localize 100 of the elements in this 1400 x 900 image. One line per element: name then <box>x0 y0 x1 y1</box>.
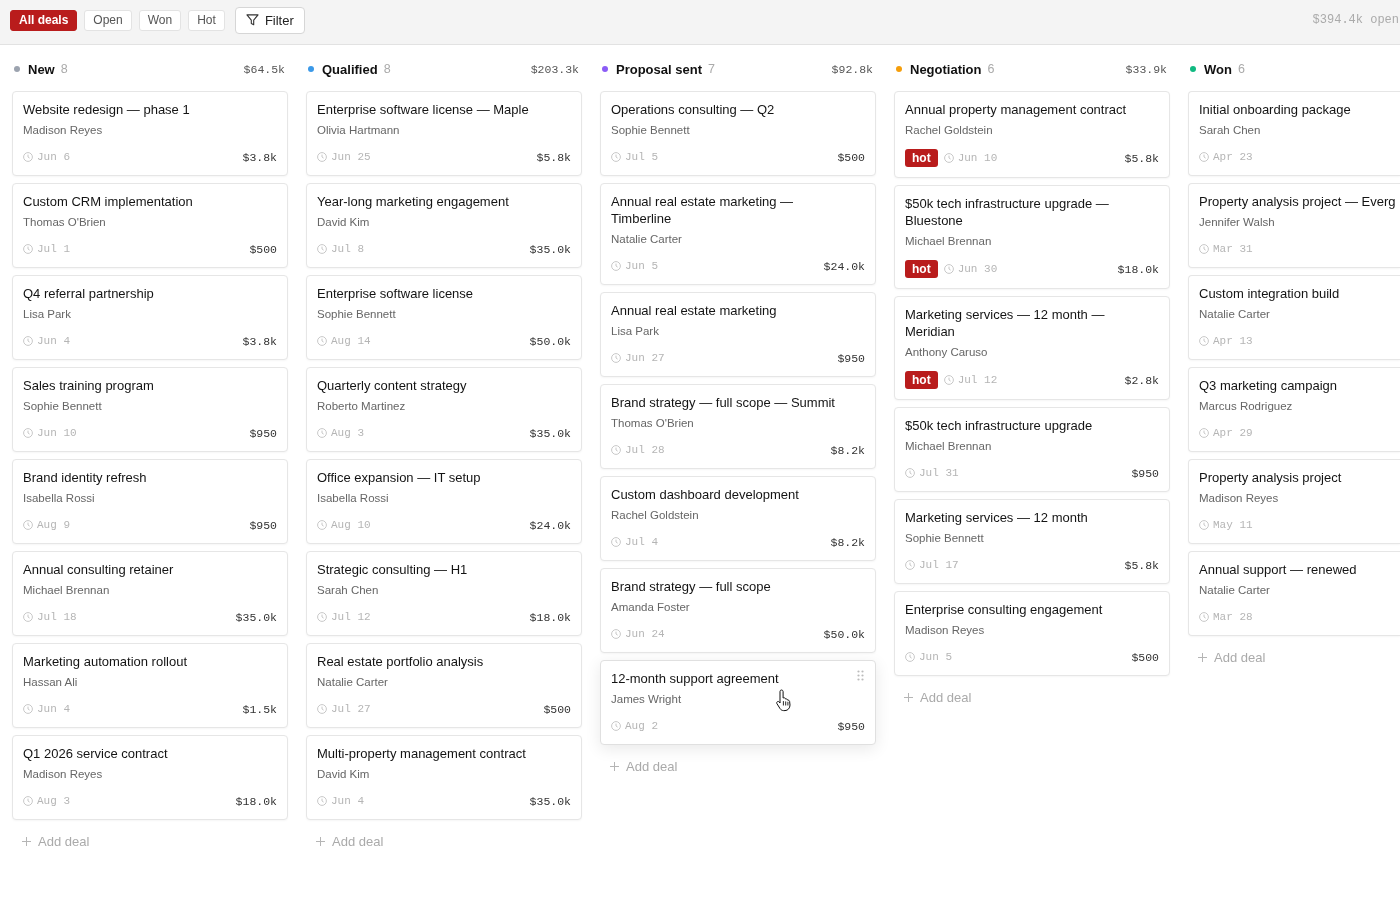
contact-name: Natalie Carter <box>317 675 388 690</box>
column-total: $33.9k <box>1125 62 1167 76</box>
filter-chip[interactable]: Hot <box>188 9 225 31</box>
filter-button[interactable]: Filter <box>234 6 305 34</box>
deal-card[interactable]: Website redesign — phase 1 Madison Reyes Jun 6 $3.8k <box>12 91 288 176</box>
contact-name: Madison Reyes <box>23 767 103 782</box>
clock-icon <box>23 336 33 346</box>
deal-card[interactable]: Quarterly content strategy Roberto Martinez Aug 3 $35.0k <box>306 367 582 452</box>
deal-card[interactable]: Multi-property management contract David Kim Jun 4 $35.0k <box>306 735 582 820</box>
deal-amount: $950 <box>249 518 277 532</box>
hot-badge: hot <box>905 260 938 278</box>
contact-name: Marcus Rodriguez <box>1199 399 1293 414</box>
due-date: Aug 9 <box>37 519 70 531</box>
due-date: Jun 24 <box>625 628 665 640</box>
deal-card[interactable]: Custom integration build Natalie Carter Apr 13 <box>1188 275 1400 360</box>
contact-name: Sarah Chen <box>317 583 379 598</box>
clock-icon <box>611 537 621 547</box>
deal-card[interactable]: Brand strategy — full scope — Summit Thomas O'Brien Jul 28 $8.2k <box>600 384 876 469</box>
due-date: Apr 23 <box>1213 151 1253 163</box>
deal-card[interactable]: Brand identity refresh Isabella Rossi Aug 9 $950 <box>12 459 288 544</box>
deal-card[interactable]: Initial onboarding package Sarah Chen Apr 23 <box>1188 91 1400 176</box>
contact-name: Sophie Bennett <box>905 531 984 546</box>
due-date: May 11 <box>1213 519 1253 531</box>
deal-title: Strategic consulting — H1 <box>317 561 468 578</box>
deal-title: Property analysis project — Everg <box>1199 193 1396 210</box>
due-date: Jun 27 <box>625 352 665 364</box>
deal-card[interactable]: Strategic consulting — H1 Sarah Chen Jul 12 $18.0k <box>306 551 582 636</box>
deal-amount: $950 <box>837 719 865 733</box>
clock-icon <box>611 152 621 162</box>
contact-name: Madison Reyes <box>1199 491 1279 506</box>
due-date: Jun 4 <box>331 795 364 807</box>
deal-title: Website redesign — phase 1 <box>23 101 190 118</box>
deal-card[interactable]: Enterprise software license — Maple Olivia Hartmann Jun 25 $5.8k <box>306 91 582 176</box>
deal-card[interactable]: Marketing automation rollout Hassan Ali Jun 4 $1.5k <box>12 643 288 728</box>
column-total: $92.8k <box>831 62 873 76</box>
deal-card[interactable]: Enterprise consulting engagement Madison Reyes Jun 5 $500 <box>894 591 1170 676</box>
deal-amount: $35.0k <box>235 610 277 624</box>
deal-card[interactable]: $50k tech infrastructure upgrade Michael Brennan Jul 31 $950 <box>894 407 1170 492</box>
contact-name: Madison Reyes <box>23 123 103 138</box>
contact-name: Thomas O'Brien <box>611 416 694 431</box>
clock-icon <box>943 153 954 163</box>
deal-card[interactable]: Property analysis project — Everg Jennifer Walsh Mar 31 <box>1188 183 1400 268</box>
deal-card[interactable]: $50k tech infrastructure upgrade — Bluestone Michael Brennan hot Jun 30 $18.0k <box>894 185 1170 289</box>
deal-card[interactable]: Office expansion — IT setup Isabella Rossi Aug 10 $24.0k <box>306 459 582 544</box>
filter-chip[interactable]: Won <box>138 9 182 31</box>
clock-icon <box>317 152 327 162</box>
deal-title: Real estate portfolio analysis <box>317 653 484 670</box>
deal-card[interactable]: Brand strategy — full scope Amanda Foster Jun 24 $50.0k <box>600 568 876 653</box>
deal-title: Annual property management contract <box>905 101 1127 118</box>
contact-name: Roberto Martinez <box>317 399 406 414</box>
deal-card[interactable]: Annual support — renewed Natalie Carter Mar 28 <box>1188 551 1400 636</box>
deal-card[interactable]: Sales training program Sophie Bennett Jun 10 $950 <box>12 367 288 452</box>
deal-card[interactable]: Real estate portfolio analysis Natalie Carter Jul 27 $500 <box>306 643 582 728</box>
deal-card[interactable]: Property analysis project Madison Reyes May 11 <box>1188 459 1400 544</box>
deal-card[interactable]: Marketing services — 12 month — Meridian Anthony Caruso hot Jul 12 $2.8k <box>894 296 1170 400</box>
deal-card[interactable]: Custom CRM implementation Thomas O'Brien Jul 1 $500 <box>12 183 288 268</box>
deal-card[interactable]: Q4 referral partnership Lisa Park Jun 4 $3.8k <box>12 275 288 360</box>
deal-title: Annual real estate marketing <box>611 302 777 319</box>
deal-card[interactable]: Annual property management contract Rachel Goldstein hot Jun 10 $5.8k <box>894 91 1170 178</box>
clock-icon <box>611 353 621 363</box>
deal-card[interactable]: Custom dashboard development Rachel Goldstein Jul 4 $8.2k <box>600 476 876 561</box>
deal-card[interactable]: Year-long marketing engagement David Kim Jul 8 $35.0k <box>306 183 582 268</box>
clock-icon <box>317 612 327 622</box>
column-total: $64.5k <box>243 62 285 76</box>
deal-card[interactable]: Annual real estate marketing Lisa Park Jun 27 $950 <box>600 292 876 377</box>
deal-amount: $500 <box>249 242 277 256</box>
deal-card[interactable]: Enterprise software license Sophie Bennett Aug 14 $50.0k <box>306 275 582 360</box>
deal-card[interactable]: Marketing services — 12 month Sophie Bennett Jul 17 $5.8k <box>894 499 1170 584</box>
contact-name: David Kim <box>317 767 370 782</box>
deal-amount: $24.0k <box>823 259 865 273</box>
column-title: Negotiation <box>910 61 982 77</box>
deal-card[interactable]: 12-month support agreement James Wright Aug 2 $950 <box>600 660 876 745</box>
due-date: Apr 13 <box>1213 335 1253 347</box>
contact-name: Lisa Park <box>23 307 71 322</box>
due-date: Mar 28 <box>1213 611 1253 623</box>
deal-amount: $35.0k <box>529 426 571 440</box>
filter-chip[interactable]: All deals <box>10 9 78 31</box>
deal-card[interactable]: Q1 2026 service contract Madison Reyes Aug 3 $18.0k <box>12 735 288 820</box>
drag-handle-icon[interactable] <box>857 670 864 681</box>
deal-card[interactable]: Annual real estate marketing — Timberline Natalie Carter Jun 5 $24.0k <box>600 183 876 285</box>
due-date: Jul 1 <box>37 243 70 255</box>
contact-name: Sophie Bennett <box>317 307 396 322</box>
clock-icon <box>317 428 327 438</box>
due-date: Jul 12 <box>957 374 998 386</box>
due-date: Jun 5 <box>625 260 658 272</box>
due-date: Jul 4 <box>625 536 658 548</box>
clock-icon <box>23 428 33 438</box>
deal-count: 8 <box>383 62 391 76</box>
clock-icon <box>23 796 33 806</box>
deal-card[interactable]: Operations consulting — Q2 Sophie Bennett Jul 5 $500 <box>600 91 876 176</box>
deal-amount: $5.8k <box>536 150 571 164</box>
filter-chip[interactable]: Open <box>84 9 132 31</box>
deal-title: Sales training program <box>23 377 154 394</box>
deal-card[interactable]: Q3 marketing campaign Marcus Rodriguez Apr 29 <box>1188 367 1400 452</box>
clock-icon <box>317 520 327 530</box>
due-date: Jul 27 <box>331 703 371 715</box>
due-date: Jul 12 <box>331 611 371 623</box>
deal-amount: $18.0k <box>529 610 571 624</box>
deal-card[interactable]: Annual consulting retainer Michael Brennan Jul 18 $35.0k <box>12 551 288 636</box>
deal-title: Property analysis project <box>1199 469 1342 486</box>
